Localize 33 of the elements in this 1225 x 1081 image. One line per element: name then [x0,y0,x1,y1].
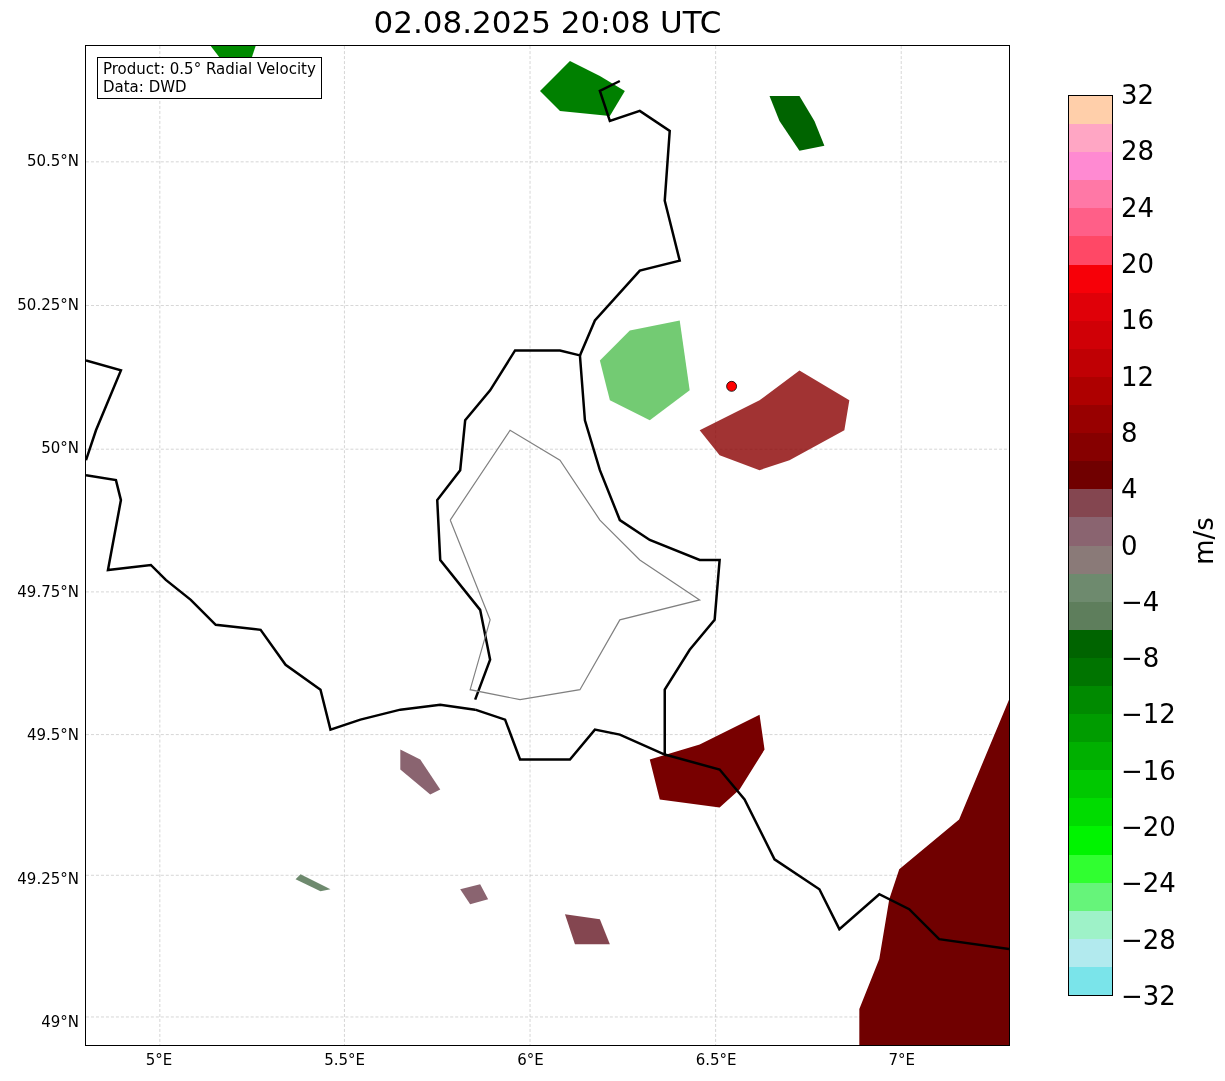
colorbar-tick-label: −20 [1121,813,1176,842]
legend-text: Product: 0.5° Radial Velocity [103,60,316,78]
colorbar-tick-label: −24 [1121,869,1176,898]
chart-title: 02.08.2025 20:08 UTC [372,3,723,42]
colorbar-tick-label: −12 [1121,700,1176,729]
colorbar-tick-label: −8 [1121,644,1161,673]
colorbar-tick-label: −4 [1121,587,1161,616]
latitude-label: 50°N [41,439,79,457]
colorbar-tick-label: −32 [1121,982,1176,1010]
latitude-label: 49.5°N [26,726,79,744]
colorbar-tick-label: 28 [1121,137,1156,166]
legend-text: Data: DWD [103,78,188,96]
latitude-label: 49.75°N [17,582,79,601]
colorbar-tick-label: −28 [1121,925,1176,954]
colorbar-tick-label: 16 [1121,306,1156,335]
colorbar-unit-label: m/s [1188,516,1219,565]
longitude-label: 7°E [888,1051,916,1069]
latitude-label: 50.5°N [26,152,79,170]
longitude-label: 6.5°E [695,1051,737,1069]
colorbar-tick-label: 12 [1121,362,1156,391]
colorbar-tick-label: 32 [1121,81,1156,109]
colorbar-tick-label: 4 [1121,475,1139,504]
longitude-label: 5°E [145,1051,173,1069]
longitude-label: 5.5°E [324,1051,366,1069]
colorbar-tick-label: 8 [1121,418,1139,447]
latitude-label: 49°N [41,1013,79,1031]
colorbar-tick-label: 24 [1121,193,1156,222]
latitude-label: 49.25°N [17,869,79,888]
latitude-label: 50.25°N [17,295,79,314]
colorbar-tick-label: 0 [1121,531,1139,560]
longitude-label: 6°E [517,1051,544,1069]
colorbar-tick-label: 20 [1121,249,1156,278]
colorbar-tick-label: −16 [1121,756,1176,785]
